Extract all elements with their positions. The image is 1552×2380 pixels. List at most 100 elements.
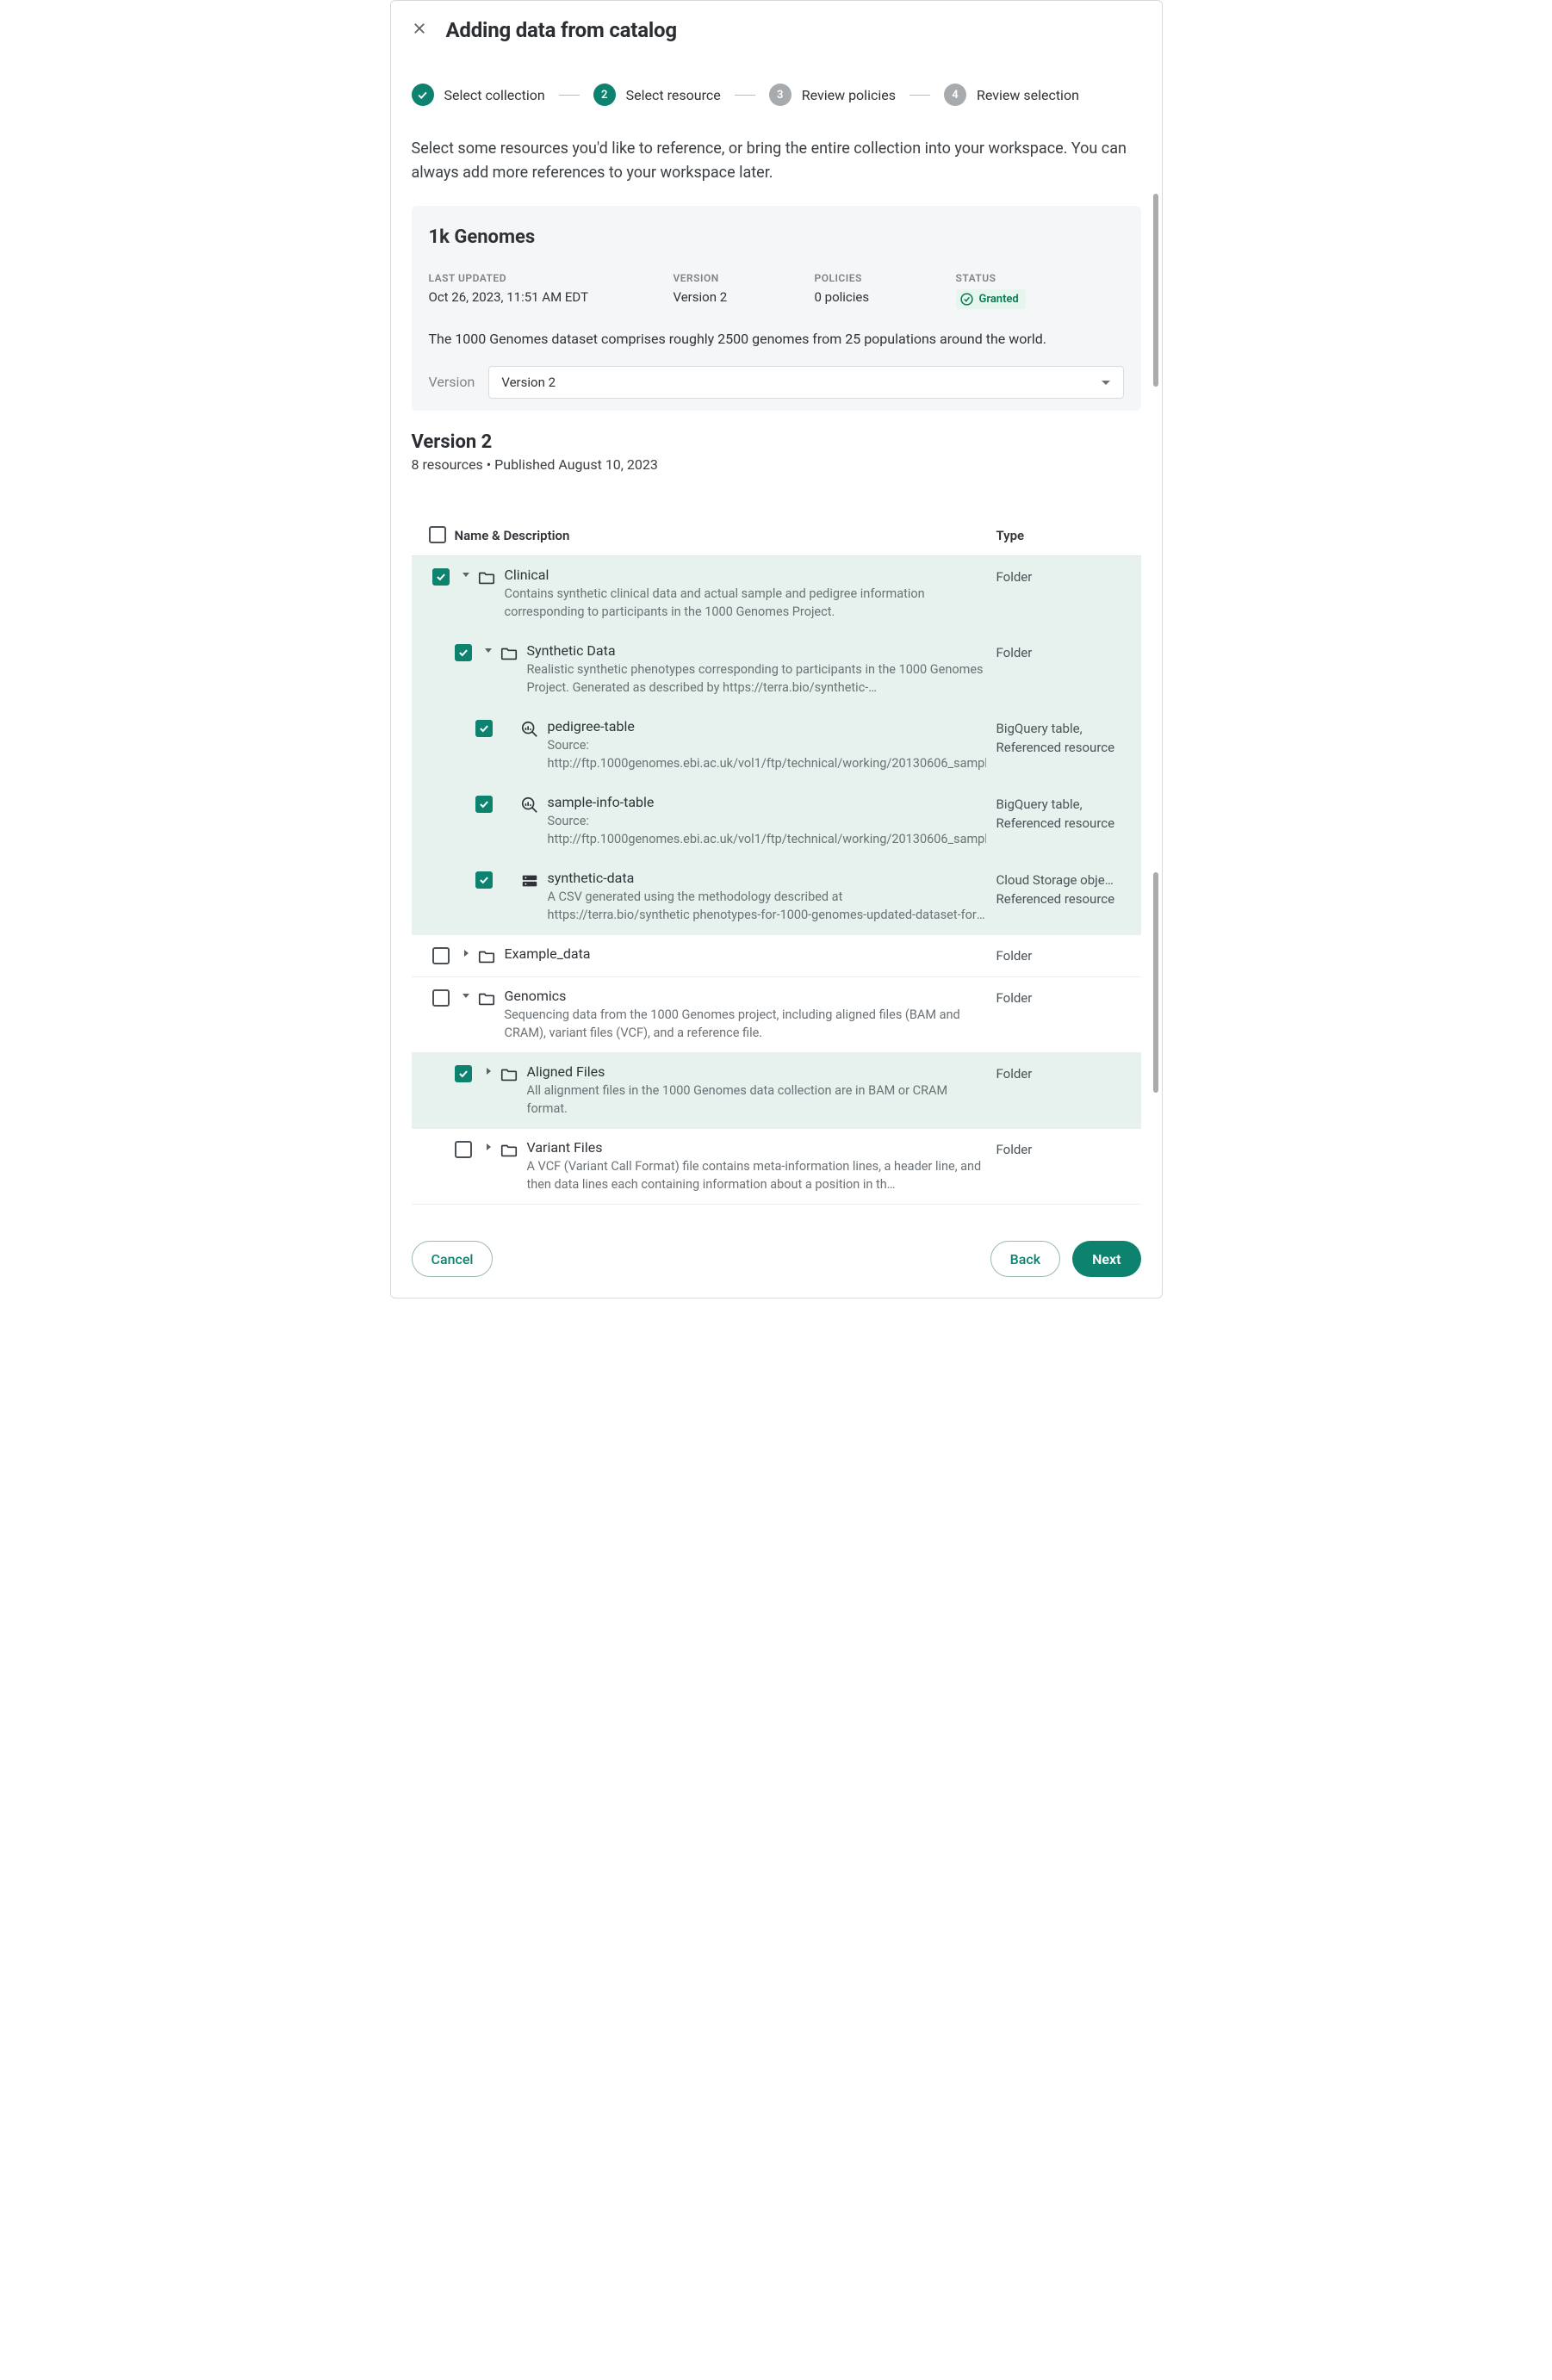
- expand-toggle[interactable]: [477, 1139, 500, 1151]
- dialog-footer: Cancel Back Next: [412, 1241, 1141, 1277]
- collection-card: 1k Genomes LAST UPDATED Oct 26, 2023, 11…: [412, 206, 1141, 411]
- folder-icon: [500, 642, 527, 663]
- table-row[interactable]: Example_data Folder: [412, 935, 1141, 977]
- collection-meta: LAST UPDATED Oct 26, 2023, 11:51 AM EDT …: [429, 272, 1124, 310]
- table-row[interactable]: pedigree-table Source: http://ftp.1000ge…: [412, 708, 1141, 784]
- version-select-value: Version 2: [501, 375, 556, 390]
- resource-description: All alignment files in the 1000 Genomes …: [527, 1082, 986, 1118]
- table-row[interactable]: Aligned Files All alignment files in the…: [412, 1053, 1141, 1129]
- chevron-down-icon: [1101, 375, 1111, 390]
- status-badge: Granted: [956, 289, 1026, 309]
- folder-icon: [477, 945, 505, 966]
- row-checkbox[interactable]: [432, 568, 450, 586]
- intro-text: Select some resources you'd like to refe…: [412, 137, 1141, 185]
- resource-name: Variant Files: [527, 1139, 986, 1156]
- resource-description: A VCF (Variant Call Format) file contain…: [527, 1157, 986, 1193]
- table-row[interactable]: Genomics Sequencing data from the 1000 G…: [412, 977, 1141, 1053]
- step-connector: [909, 95, 930, 96]
- row-checkbox[interactable]: [475, 796, 493, 813]
- resource-name: Example_data: [505, 945, 986, 962]
- row-checkbox[interactable]: [432, 947, 450, 964]
- expand-toggle: [498, 718, 520, 722]
- last-updated-label: LAST UPDATED: [429, 272, 653, 284]
- resource-name: Clinical: [505, 567, 986, 583]
- table-row[interactable]: Variant Files A VCF (Variant Call Format…: [412, 1129, 1141, 1205]
- select-all-checkbox[interactable]: [429, 526, 446, 543]
- resource-type: BigQuery table,Referenced resource: [996, 718, 1134, 758]
- scrollbar-thumb[interactable]: [1153, 872, 1158, 1093]
- next-button[interactable]: Next: [1072, 1241, 1140, 1277]
- step-3: 3 Review policies: [769, 84, 896, 106]
- add-data-dialog: Adding data from catalog Select collecti…: [390, 0, 1163, 1298]
- resource-type: Folder: [996, 945, 1134, 966]
- version-picker-label: Version: [429, 374, 475, 390]
- version-meta-value: Version 2: [674, 289, 794, 305]
- resource-description: Realistic synthetic phenotypes correspon…: [527, 660, 986, 697]
- row-checkbox[interactable]: [455, 644, 472, 661]
- step-2: 2 Select resource: [593, 84, 721, 106]
- collection-description: The 1000 Genomes dataset comprises rough…: [429, 331, 1124, 347]
- resource-description: Sequencing data from the 1000 Genomes pr…: [505, 1006, 986, 1042]
- scrollbar-thumb[interactable]: [1153, 194, 1158, 387]
- version-subheading: 8 resources • Published August 10, 2023: [412, 456, 1141, 473]
- row-checkbox[interactable]: [475, 871, 493, 889]
- version-select[interactable]: Version 2: [488, 366, 1123, 399]
- step-connector: [559, 95, 580, 96]
- policies-value: 0 policies: [815, 289, 935, 305]
- resource-name: synthetic-data: [548, 870, 986, 886]
- resource-name: Genomics: [505, 988, 986, 1004]
- resource-type: Folder: [996, 988, 1134, 1008]
- status-text: Granted: [979, 293, 1019, 306]
- version-heading: Version 2: [412, 431, 1141, 453]
- stepper: Select collection 2 Select resource 3 Re…: [412, 84, 1141, 106]
- resource-description: A CSV generated using the methodology de…: [548, 888, 986, 924]
- expand-toggle[interactable]: [477, 642, 500, 654]
- resource-description: Source: http://ftp.1000genomes.ebi.ac.uk…: [548, 812, 986, 848]
- cancel-button[interactable]: Cancel: [412, 1241, 494, 1277]
- folder-icon: [477, 567, 505, 587]
- resource-table: Name & Description Type Clinical Contain…: [412, 500, 1141, 1205]
- resource-description: Source: http://ftp.1000genomes.ebi.ac.uk…: [548, 736, 986, 772]
- row-checkbox[interactable]: [455, 1141, 472, 1158]
- last-updated-value: Oct 26, 2023, 11:51 AM EDT: [429, 289, 653, 305]
- step-4: 4 Review selection: [944, 84, 1079, 106]
- column-header-name: Name & Description: [455, 509, 996, 543]
- resource-description: Contains synthetic clinical data and act…: [505, 585, 986, 621]
- version-picker-row: Version Version 2: [429, 366, 1124, 399]
- row-checkbox[interactable]: [455, 1065, 472, 1082]
- step-number-icon: 3: [769, 84, 792, 106]
- resource-type: BigQuery table,Referenced resource: [996, 794, 1134, 834]
- expand-toggle[interactable]: [455, 567, 477, 579]
- resource-type: Folder: [996, 642, 1134, 663]
- resource-type: Folder: [996, 567, 1134, 587]
- collection-name: 1k Genomes: [429, 226, 1124, 248]
- table-row[interactable]: sample-info-table Source: http://ftp.100…: [412, 784, 1141, 859]
- resource-name: Aligned Files: [527, 1063, 986, 1080]
- back-button[interactable]: Back: [990, 1241, 1060, 1277]
- bq-icon: [520, 794, 548, 815]
- folder-icon: [500, 1139, 527, 1160]
- resource-type: Cloud Storage obje…Referenced resource: [996, 870, 1134, 909]
- dialog-title: Adding data from catalog: [446, 18, 677, 42]
- resource-name: Synthetic Data: [527, 642, 986, 659]
- table-row[interactable]: Clinical Contains synthetic clinical dat…: [412, 556, 1141, 632]
- step-connector: [735, 95, 755, 96]
- step-done-icon: [412, 84, 434, 106]
- column-header-type: Type: [996, 528, 1134, 543]
- bq-icon: [520, 718, 548, 739]
- status-label: STATUS: [956, 272, 1077, 284]
- close-icon[interactable]: [412, 21, 427, 40]
- expand-toggle[interactable]: [455, 988, 477, 1000]
- row-checkbox[interactable]: [432, 989, 450, 1007]
- expand-toggle: [498, 794, 520, 797]
- expand-toggle: [498, 870, 520, 873]
- policies-label: POLICIES: [815, 272, 935, 284]
- dialog-header: Adding data from catalog: [412, 18, 1141, 42]
- table-row[interactable]: synthetic-data A CSV generated using the…: [412, 859, 1141, 935]
- table-row[interactable]: Synthetic Data Realistic synthetic pheno…: [412, 632, 1141, 708]
- resource-type: Folder: [996, 1139, 1134, 1160]
- resource-name: sample-info-table: [548, 794, 986, 810]
- row-checkbox[interactable]: [475, 720, 493, 737]
- expand-toggle[interactable]: [477, 1063, 500, 1075]
- expand-toggle[interactable]: [455, 945, 477, 958]
